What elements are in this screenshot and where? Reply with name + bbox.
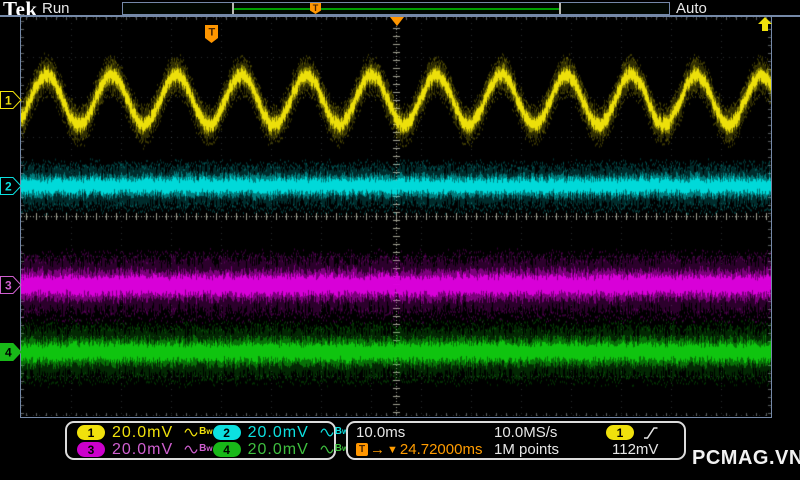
ch1-position-marker[interactable]: 1 — [0, 91, 22, 114]
record-length-readout: 1M points — [494, 441, 560, 458]
ac-coupling-icon — [320, 445, 334, 454]
sample-rate-readout: 10.0MS/s — [494, 424, 558, 441]
ch3-badge: 3 — [77, 442, 105, 457]
ch1-readout[interactable]: 1 20.0mV Bw — [77, 424, 213, 441]
ch4-scale: 20.0mV — [247, 440, 309, 458]
arrow-icon: → — [370, 441, 385, 458]
ch2-badge: 2 — [212, 425, 241, 440]
ch4-badge: 4 — [212, 442, 241, 457]
window-bracket-left[interactable] — [232, 3, 234, 14]
trigger-source-badge: 1 — [606, 425, 634, 440]
watermark: PCMAG.VN — [692, 447, 800, 469]
trigger-t-icon: T — [356, 443, 368, 456]
trigger-delay-value: 24.72000ms — [399, 441, 483, 458]
trigger-source-readout[interactable]: 1 — [606, 425, 688, 440]
trigger-level-readout[interactable]: 112mV — [606, 441, 688, 458]
ch1-badge: 1 — [77, 425, 105, 440]
ch2-readout[interactable]: 2 20.0mV Bw — [212, 423, 348, 441]
trigger-mode-label: Auto — [676, 0, 707, 17]
channel-readout-box: 1 20.0mV Bw 2 20.0mV Bw 3 20.0mV Bw 4 20… — [65, 421, 348, 460]
oscilloscope-screen: Tek Run T Auto T 1 2 3 4 1 20.0mV Bw 2 2… — [0, 0, 800, 480]
ch4-position-marker[interactable]: 4 — [0, 343, 22, 366]
rising-edge-icon — [644, 426, 658, 439]
svg-text:4: 4 — [5, 346, 12, 360]
window-bracket-right[interactable] — [559, 3, 561, 14]
ac-coupling-icon — [320, 428, 334, 437]
ac-coupling-icon — [184, 445, 198, 454]
svg-text:T: T — [209, 27, 216, 39]
trigger-position-icon[interactable]: T — [205, 25, 219, 49]
svg-text:3: 3 — [5, 279, 12, 293]
svg-text:1: 1 — [5, 94, 12, 108]
ch3-readout[interactable]: 3 20.0mV Bw — [77, 441, 213, 458]
horizontal-trigger-box: 10.0ms 10.0MS/s 1 T → ▼ 24.72000ms 1M po… — [346, 421, 686, 460]
record-view-bar[interactable]: T — [122, 2, 670, 15]
timebase-readout[interactable]: 10.0ms — [356, 424, 494, 441]
ch1-scale: 20.0mV — [112, 423, 174, 441]
record-view-waveform — [233, 8, 560, 10]
bandwidth-limit-icon: Bw — [199, 426, 213, 437]
triangle-icon: ▼ — [387, 443, 398, 456]
graticule: T — [20, 17, 772, 418]
trigger-level-offscreen-icon[interactable] — [756, 16, 774, 37]
ch4-readout[interactable]: 4 20.0mV Bw — [212, 440, 348, 458]
expansion-point-icon[interactable] — [390, 17, 404, 26]
trigger-delay-readout[interactable]: T → ▼ 24.72000ms — [356, 441, 494, 458]
ch2-scale: 20.0mV — [247, 423, 309, 441]
ch2-position-marker[interactable]: 2 — [0, 177, 22, 200]
waveform-canvas — [21, 17, 771, 416]
ch3-position-marker[interactable]: 3 — [0, 276, 22, 299]
ac-coupling-icon — [184, 428, 198, 437]
record-trigger-icon[interactable]: T — [310, 3, 321, 14]
bandwidth-limit-icon: Bw — [199, 443, 213, 454]
svg-text:2: 2 — [5, 180, 12, 194]
ch3-scale: 20.0mV — [112, 440, 174, 458]
